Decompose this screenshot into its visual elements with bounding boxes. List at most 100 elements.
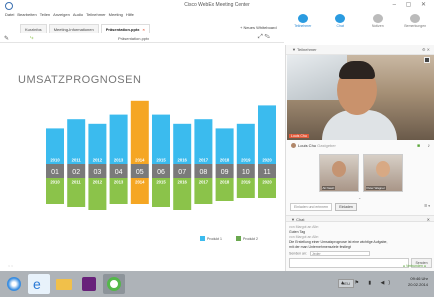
active-speaker-video[interactable]: Louis Chu — [287, 55, 434, 140]
panel-toggle-bar: Teilnehmer Chat Notizen Bemerkungen — [284, 12, 434, 34]
bar-produkt-1 — [215, 128, 234, 156]
thumb-face — [375, 161, 390, 177]
bar-produkt-1 — [109, 114, 128, 156]
chat-header[interactable]: ▼ Chat ✕ — [286, 215, 434, 222]
bar-produkt-2 — [258, 186, 276, 198]
send-to-select[interactable]: Jeder — [309, 251, 370, 256]
avatar — [291, 143, 296, 149]
year-label-bottom: 2013 — [114, 180, 124, 185]
category-label: 06 — [157, 169, 165, 176]
year-label-top: 2015 — [156, 158, 166, 163]
participants-header[interactable]: ▼ Teilnehmer ⚙ ✕ — [286, 45, 434, 55]
year-label-bottom: 2017 — [199, 180, 209, 185]
send-to-row: Senden an: Jeder — [289, 251, 432, 257]
category-label: 11 — [263, 169, 270, 176]
legend-item-product1: Produkt 1 — [200, 236, 222, 241]
year-label-bottom: 2018 — [220, 180, 230, 185]
video-person-hair — [339, 61, 375, 79]
year-label-top: 2017 — [199, 158, 209, 163]
visual-studio-taskbar-icon[interactable] — [78, 274, 100, 294]
category-label: 10 — [242, 169, 250, 176]
host-row[interactable]: Louis Chu Gastgeber ■ ♪ — [287, 141, 434, 151]
clock[interactable]: 09:46 Uhr 20.02.2014 — [408, 276, 428, 288]
bar-produkt-1 — [173, 123, 192, 156]
participants-icon — [297, 14, 308, 23]
speaker-name-tag: Louis Chu — [289, 134, 309, 138]
notes-toggle[interactable]: Notizen — [363, 12, 393, 28]
year-label-top: 2011 — [72, 158, 82, 163]
bar-produkt-2 — [236, 186, 255, 198]
year-label-bottom: 2011 — [72, 180, 82, 185]
connection-status: ● Verbunden ● — [402, 264, 426, 268]
visual-studio-icon — [82, 277, 96, 291]
year-label-top: 2010 — [50, 158, 60, 163]
category-label: 05 — [136, 169, 144, 176]
bar-produkt-2 — [46, 186, 64, 204]
year-label-top: 2012 — [93, 158, 103, 163]
bar-produkt-2 — [88, 186, 107, 210]
year-label-bottom: 2010 — [50, 180, 60, 185]
invite-button[interactable]: Einladen — [335, 203, 357, 211]
bar-produkt-1 — [194, 119, 213, 156]
year-label-bottom: 2020 — [262, 180, 272, 185]
year-label-bottom: 2015 — [156, 180, 166, 185]
bar-produkt-2 — [194, 186, 213, 204]
chevron-down-icon[interactable]: ⌄ — [358, 195, 361, 200]
bar-produkt-1 — [46, 128, 64, 156]
year-label-top: 2014 — [135, 158, 145, 163]
taskbar: e DEU ▲ ⚑ ▮ ◀) 09:46 Uhr 20.02.2014 — [0, 271, 434, 297]
year-label-bottom: 2014 — [135, 180, 145, 185]
year-label-bottom: 2019 — [241, 180, 251, 185]
system-tray-icons[interactable]: ▲ ⚑ ▮ ◀) — [340, 280, 394, 286]
category-label: 08 — [200, 169, 208, 176]
category-label: 09 — [221, 169, 229, 176]
year-label-top: 2018 — [220, 158, 230, 163]
right-panel: ▼ Teilnehmer ⚙ ✕ Louis Chu Louis Chu Gast… — [285, 45, 434, 271]
thumb-face — [331, 161, 346, 177]
bar-produkt-2 — [173, 186, 192, 210]
category-label: 01 — [51, 169, 59, 176]
remarks-icon — [410, 14, 421, 23]
category-label: 07 — [178, 169, 186, 176]
category-label: 04 — [115, 169, 123, 176]
camera-icon[interactable]: ■ — [417, 143, 420, 149]
participant-thumb[interactable]: Ali Nasiri — [318, 154, 359, 192]
legend-swatch — [200, 236, 205, 241]
invite-input[interactable]: Einladen und erinnern — [290, 203, 333, 211]
participant-thumb[interactable]: Peter Wagner — [362, 154, 403, 192]
status-bar: ◌ ◌ ● Verbunden ● — [8, 264, 426, 268]
remarks-toggle[interactable]: Bemerkungen — [400, 12, 430, 28]
participants-toggle[interactable]: Teilnehmer — [288, 12, 318, 28]
year-label-bottom: 2016 — [178, 180, 188, 185]
list-options-icon[interactable]: ☰ ▾ — [424, 204, 430, 208]
bar-produkt-2 — [109, 186, 128, 204]
chat-toggle[interactable]: Chat — [325, 12, 355, 28]
microphone-icon[interactable]: ♪ — [428, 143, 431, 149]
year-label-top: 2013 — [114, 158, 124, 163]
bar-produkt-1 — [258, 105, 276, 156]
year-label-top: 2019 — [241, 158, 251, 163]
fullscreen-icon[interactable] — [424, 57, 430, 63]
year-label-bottom: 2012 — [93, 180, 103, 185]
bar-produkt-1 — [130, 100, 149, 156]
bar-produkt-1 — [88, 123, 107, 156]
chat-icon — [335, 14, 346, 23]
bar-produkt-2 — [152, 186, 170, 207]
bar-produkt-2 — [130, 186, 149, 204]
internet-explorer-icon: e — [33, 276, 41, 292]
webex-taskbar-icon[interactable] — [103, 274, 125, 294]
legend-swatch — [236, 236, 241, 241]
category-label: 02 — [72, 169, 80, 176]
start-button[interactable] — [3, 274, 25, 294]
year-label-top: 2016 — [178, 158, 188, 163]
explorer-taskbar-icon[interactable] — [53, 274, 75, 294]
category-label: 03 — [94, 169, 102, 176]
bar-produkt-1 — [67, 119, 86, 156]
invite-row: Einladen und erinnern Einladen ☰ ▾ — [290, 203, 430, 211]
bar-produkt-1 — [152, 114, 170, 156]
window-controls[interactable]: – ▢ ✕ — [393, 1, 430, 8]
year-label-top: 2020 — [262, 158, 272, 163]
legend-item-product2: Produkt 2 — [236, 236, 258, 241]
bar-produkt-2 — [67, 186, 86, 207]
ie-taskbar-icon[interactable]: e — [28, 274, 50, 294]
